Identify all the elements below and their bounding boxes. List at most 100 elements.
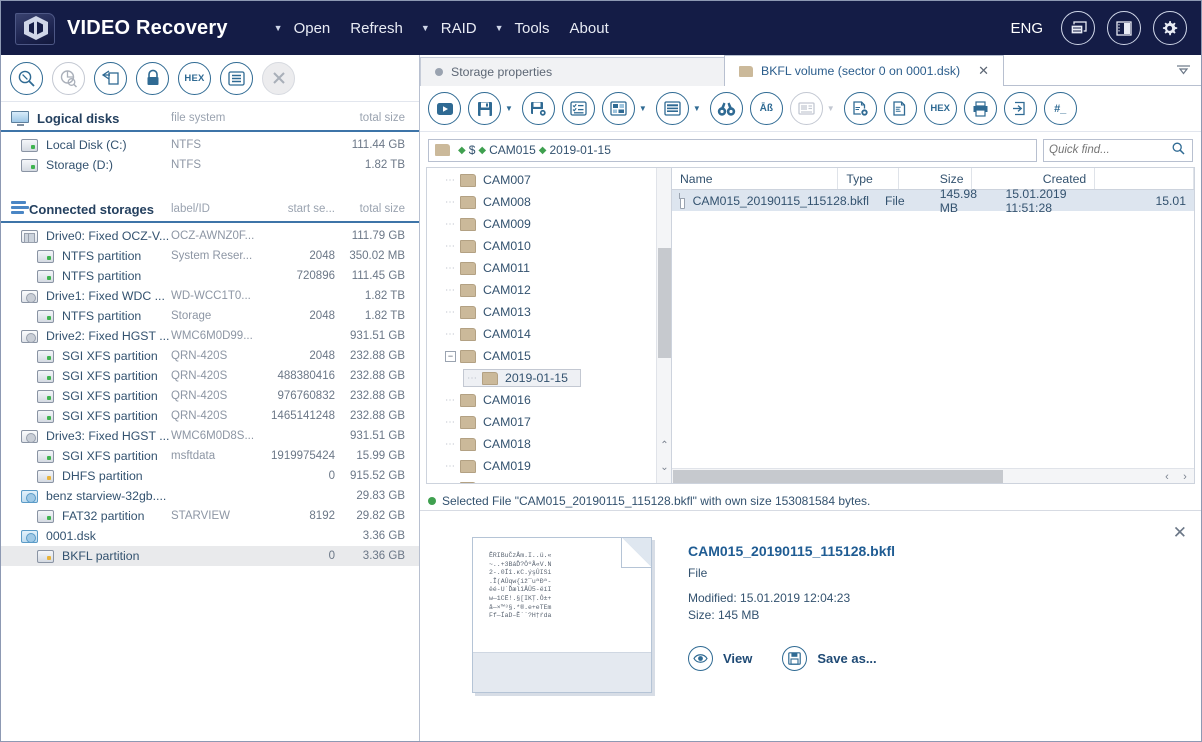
- panel-layout-icon[interactable]: [1107, 11, 1141, 45]
- import-icon[interactable]: [1003, 92, 1037, 125]
- menu-item-refresh[interactable]: Refresh: [340, 16, 413, 41]
- magnifier-icon[interactable]: [1164, 142, 1192, 158]
- storage-row[interactable]: Drive0: Fixed OCZ-V... OCZ-AWNZ0F... 111.7…: [1, 226, 419, 246]
- menu-item-tools[interactable]: Tools: [505, 16, 560, 41]
- breadcrumb-item-cam015[interactable]: CAM015: [489, 143, 536, 157]
- table-row[interactable]: CAM015_20190115_115128.bkfl File 145.98 …: [672, 187, 1194, 215]
- find-icon[interactable]: [709, 92, 743, 125]
- save-icon[interactable]: [468, 92, 501, 125]
- language-selector[interactable]: ENG: [1010, 20, 1043, 37]
- chevron-down-icon[interactable]: ▼: [413, 23, 430, 33]
- thumbnail-view-icon[interactable]: [789, 92, 823, 125]
- tree-node[interactable]: − CAM015: [427, 345, 671, 367]
- close-icon[interactable]: [262, 61, 295, 95]
- column-header-modified[interactable]: [1095, 168, 1194, 189]
- storage-row[interactable]: NTFS partition Storage 2048 1.82 TB: [1, 306, 419, 326]
- scroll-down-icon[interactable]: ⌄: [657, 462, 671, 478]
- tree-node[interactable]: ⋯ 2019-01-15: [427, 367, 671, 389]
- chevron-down-icon[interactable]: ▼: [827, 104, 835, 113]
- storage-row[interactable]: SGI XFS partition QRN-420S 1465141248 232.8…: [1, 406, 419, 426]
- windows-icon[interactable]: [1061, 11, 1095, 45]
- play-video-icon[interactable]: [428, 92, 461, 125]
- print-icon[interactable]: [963, 92, 997, 125]
- tree-node[interactable]: ⋯ CAM011: [427, 257, 671, 279]
- menu-item-about[interactable]: About: [560, 16, 619, 41]
- file-settings-icon[interactable]: [843, 92, 877, 125]
- tab-bkfl-volume[interactable]: BKFL volume (sector 0 on 0001.dsk) ✕: [724, 55, 1005, 86]
- storage-row[interactable]: SGI XFS partition QRN-420S 2048 232.88 GB: [1, 346, 419, 366]
- save-settings-icon[interactable]: [521, 92, 555, 125]
- scroll-up-icon[interactable]: ⌃: [657, 440, 671, 456]
- tree-node[interactable]: ⋯ CAM018: [427, 433, 671, 455]
- search-input[interactable]: [1044, 144, 1164, 156]
- chevron-down-icon[interactable]: ▼: [487, 23, 504, 33]
- list-view-icon[interactable]: [655, 92, 689, 125]
- storage-row[interactable]: Drive2: Fixed HGST ... WMC6M0D99... 931.51…: [1, 326, 419, 346]
- menu-item-raid[interactable]: RAID: [431, 16, 487, 41]
- tree-node[interactable]: ⋯ CAM017: [427, 411, 671, 433]
- hex-icon[interactable]: HEX: [923, 92, 957, 125]
- storage-row[interactable]: SGI XFS partition msftdata 1919975424 15.99…: [1, 446, 419, 466]
- open-image-icon[interactable]: [94, 61, 127, 95]
- checklist-icon[interactable]: [561, 92, 595, 125]
- file-list[interactable]: Name Type Size Created CAM015_20190115_1…: [671, 167, 1195, 484]
- storage-row[interactable]: SGI XFS partition QRN-420S 976760832 232.88…: [1, 386, 419, 406]
- quick-find-box[interactable]: [1043, 138, 1193, 162]
- storage-row[interactable]: BKFL partition 0 3.36 GB: [1, 546, 419, 566]
- tree-node[interactable]: ⋯ CAM012: [427, 279, 671, 301]
- save-as-button[interactable]: Save as...: [782, 646, 877, 671]
- gear-icon[interactable]: [1153, 11, 1187, 45]
- breadcrumb-item-date[interactable]: 2019-01-15: [549, 143, 610, 157]
- tree-node[interactable]: ⋯ CAM008: [427, 191, 671, 213]
- storage-row[interactable]: SGI XFS partition QRN-420S 488380416 232.88…: [1, 366, 419, 386]
- storage-row[interactable]: FAT32 partition STARVIEW 8192 29.82 GB: [1, 506, 419, 526]
- storage-row[interactable]: Drive1: Fixed WDC ... WD-WCC1T0... 1.82 TB: [1, 286, 419, 306]
- tree-node[interactable]: ⋯ CAM014: [427, 323, 671, 345]
- menu-item-open[interactable]: Open: [284, 16, 341, 41]
- chevron-down-icon[interactable]: ▼: [639, 104, 647, 113]
- file-copy-icon[interactable]: [883, 92, 917, 125]
- tree-node[interactable]: ⋯ CAM013: [427, 301, 671, 323]
- view-button[interactable]: View: [688, 646, 752, 671]
- tree-node[interactable]: ⋯ CAM007: [427, 169, 671, 191]
- encoding-icon[interactable]: Āß: [749, 92, 783, 125]
- chevron-down-icon[interactable]: ▼: [693, 104, 701, 113]
- tab-storage-properties[interactable]: Storage properties: [420, 57, 725, 86]
- tree-node[interactable]: ⋯ CAM016: [427, 389, 671, 411]
- storage-row[interactable]: DHFS partition 0 915.52 GB: [1, 466, 419, 486]
- list-icon[interactable]: [220, 61, 253, 95]
- tree-node[interactable]: ⋯ CAM019: [427, 455, 671, 477]
- chevron-down-icon[interactable]: ▼: [505, 104, 513, 113]
- storage-row[interactable]: 0001.dsk 3.36 GB: [1, 526, 419, 546]
- scan-icon[interactable]: [10, 61, 43, 95]
- breadcrumb[interactable]: ◆ $ ◆ CAM015 ◆ 2019-01-15: [428, 138, 1037, 162]
- breadcrumb-item-root[interactable]: $: [469, 143, 476, 157]
- lock-icon[interactable]: [136, 61, 169, 95]
- storage-row[interactable]: Drive3: Fixed HGST ... WMC6M0D8S... 931.51…: [1, 426, 419, 446]
- tree-node[interactable]: ⋯ CAM010: [427, 235, 671, 257]
- partition-map-icon[interactable]: [601, 92, 635, 125]
- tree-node[interactable]: ⋯ CAM009: [427, 213, 671, 235]
- logical-disk-row[interactable]: Local Disk (C:) NTFS 111.44 GB: [1, 135, 419, 155]
- logical-disk-row[interactable]: Storage (D:) NTFS 1.82 TB: [1, 155, 419, 175]
- storage-row[interactable]: NTFS partition 720896 111.45 GB: [1, 266, 419, 286]
- tab-list-icon[interactable]: [1176, 63, 1191, 78]
- scrollbar-thumb[interactable]: [673, 469, 1003, 483]
- hex-icon[interactable]: HEX: [178, 61, 211, 95]
- sector-number-icon[interactable]: #_: [1043, 92, 1077, 125]
- folder-tree[interactable]: ⋯ CAM007 ⋯ CAM008 ⋯ CAM009 ⋯ CAM010 ⋯ CAM011 ⋯ CAM0…: [426, 167, 671, 484]
- storage-row[interactable]: NTFS partition System Reser... 2048 350.02 …: [1, 246, 419, 266]
- collapse-toggle-icon[interactable]: −: [445, 350, 456, 362]
- storage-row[interactable]: benz starview-32gb.... 29.83 GB: [1, 486, 419, 506]
- tree-vertical-scrollbar[interactable]: ⌃ ⌄: [656, 168, 671, 483]
- column-header-name[interactable]: Name: [672, 168, 839, 189]
- close-icon[interactable]: ✕: [978, 63, 989, 79]
- scroll-right-icon[interactable]: ›: [1176, 469, 1194, 483]
- scrollbar-thumb[interactable]: [658, 248, 671, 358]
- scroll-left-icon[interactable]: ‹: [1158, 469, 1176, 483]
- file-list-horizontal-scrollbar[interactable]: ‹ ›: [672, 468, 1194, 483]
- disk-scan-icon[interactable]: [52, 61, 85, 95]
- close-icon[interactable]: ✕: [1173, 523, 1187, 543]
- chevron-down-icon[interactable]: ▼: [266, 23, 283, 33]
- tree-node[interactable]: ⋯ CAM020: [427, 477, 671, 483]
